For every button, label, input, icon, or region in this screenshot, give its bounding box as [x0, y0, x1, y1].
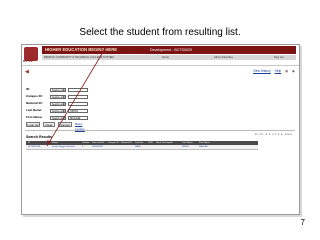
- top-links: View History Help ▦ ▣: [250, 69, 295, 73]
- screenshot-frame: BOYCE HIGHER EDUCATION BEGINS HERE Devel…: [21, 44, 300, 215]
- operator-select[interactable]: begins with: [50, 87, 66, 92]
- campus-id-input[interactable]: [68, 94, 88, 99]
- logo-wordmark: BOYCE: [23, 60, 33, 63]
- operator-select[interactable]: begins with: [50, 108, 66, 113]
- table-row[interactable]: 0123456789 Smith, Maggie Michelle F 06/0…: [26, 145, 258, 150]
- cell-first-name[interactable]: MAGGIE: [199, 145, 208, 149]
- search-results-title: Search Results: [26, 135, 52, 139]
- operator-select[interactable]: begins with: [50, 101, 66, 106]
- slide-number: 7: [300, 218, 305, 227]
- field-label: Campus ID:: [26, 94, 43, 98]
- basic-lookup-link[interactable]: Basic Lookup: [75, 122, 85, 131]
- new-window-icon[interactable]: ▣: [292, 69, 295, 73]
- field-label: National ID:: [26, 101, 43, 105]
- cell-name[interactable]: Smith, Maggie Michelle: [52, 145, 75, 149]
- help-link[interactable]: Help: [275, 69, 282, 73]
- first-name-input[interactable]: MAGGIE: [68, 115, 88, 120]
- clear-button[interactable]: Clear: [43, 122, 55, 127]
- back-arrow-icon[interactable]: ◀: [25, 70, 29, 75]
- college-name: BRISTOL COMMUNITY & TECHNICAL COLLEGE SY…: [44, 56, 114, 59]
- last-name-input[interactable]: SMITH: [68, 108, 88, 113]
- environment-label: Development - BCTS0029: [150, 48, 192, 52]
- college-logo: [24, 47, 38, 61]
- header-subbar: BRISTOL COMMUNITY & TECHNICAL COLLEGE SY…: [42, 55, 296, 60]
- operator-select[interactable]: begins with: [50, 115, 66, 120]
- slide-title: Select the student from resulting list.: [79, 27, 241, 38]
- view-history-link[interactable]: View History: [253, 69, 271, 73]
- add-to-favorites-link[interactable]: Add to Favorites: [214, 55, 233, 60]
- sign-out-link[interactable]: Sign out: [274, 55, 284, 60]
- lookup-button[interactable]: Look Up: [26, 122, 40, 127]
- field-label: ID:: [26, 87, 30, 91]
- national-id-input[interactable]: [68, 101, 88, 106]
- section-divider: [25, 130, 295, 131]
- app-header: BOYCE HIGHER EDUCATION BEGINS HERE Devel…: [22, 45, 299, 66]
- cell-last-name[interactable]: SMITH: [182, 145, 189, 149]
- banner-text: HIGHER EDUCATION BEGINS HERE: [45, 47, 118, 52]
- results-pager[interactable]: First ◂ 1 of 1 ▸ Last: [255, 132, 293, 136]
- cell-location[interactable]: MAIN: [135, 145, 140, 149]
- cancel-button[interactable]: Cancel: [58, 122, 72, 127]
- id-input[interactable]: [68, 87, 88, 92]
- home-link[interactable]: Home: [162, 55, 169, 60]
- cell-date-of-birth[interactable]: 06/05/1987: [92, 145, 103, 149]
- field-label: Last Name:: [26, 108, 43, 112]
- cell-id[interactable]: 0123456789: [28, 145, 40, 149]
- print-icon[interactable]: ▦: [285, 69, 288, 73]
- cell-gender[interactable]: F: [82, 145, 83, 149]
- field-label: First Name:: [26, 115, 43, 119]
- header-banner: HIGHER EDUCATION BEGINS HERE Development…: [42, 46, 296, 54]
- operator-select[interactable]: begins with: [50, 94, 66, 99]
